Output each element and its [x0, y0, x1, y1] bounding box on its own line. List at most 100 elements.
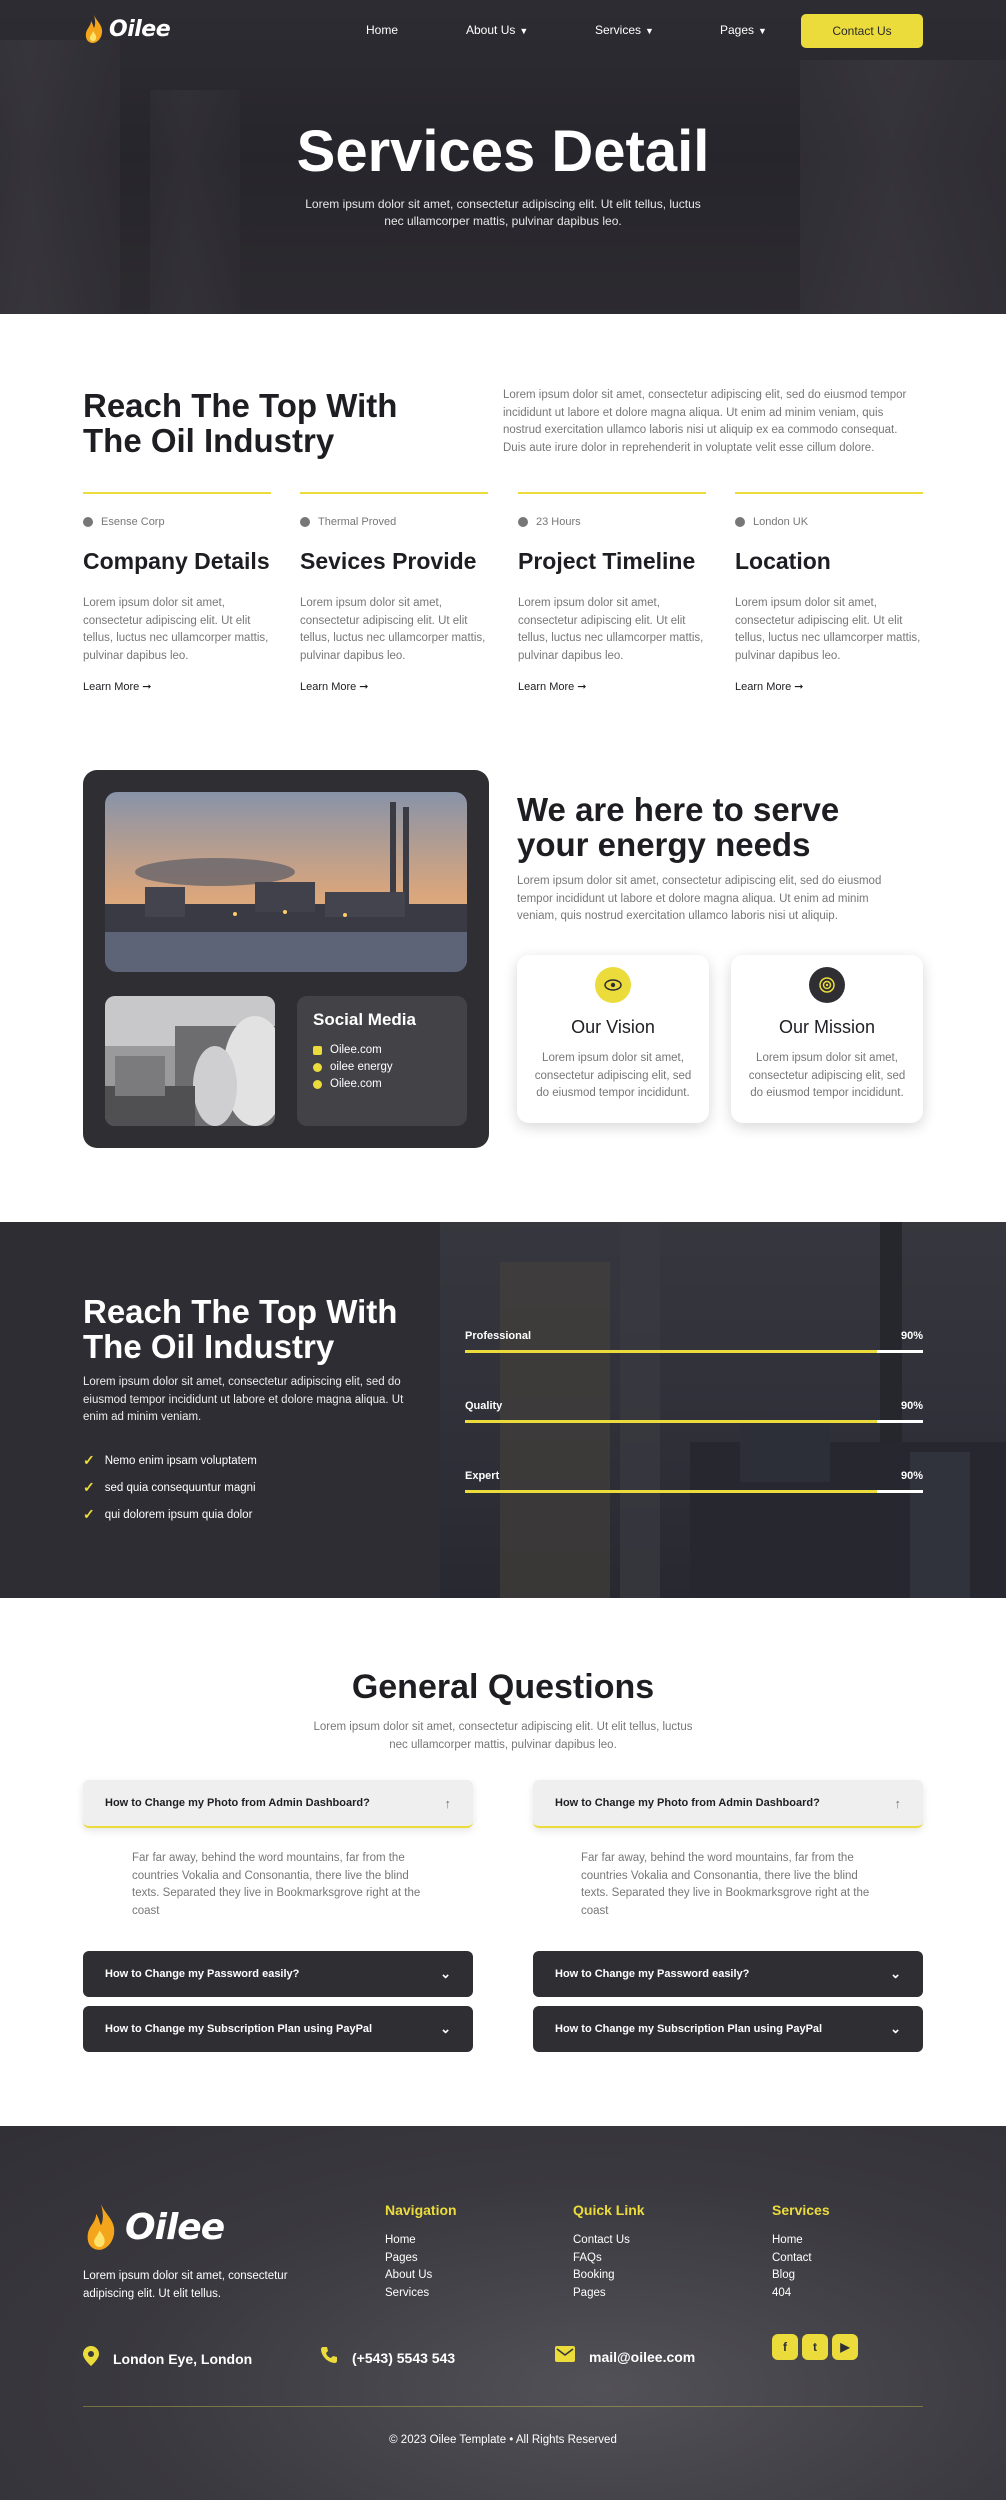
- faq-title: General Questions: [351, 1668, 655, 1706]
- check-item: ✓ Nemo enim ipsam voluptatem: [83, 1452, 257, 1469]
- footer-column-title: Services: [772, 2202, 830, 2218]
- feature-tag-label: Thermal Proved: [318, 516, 397, 528]
- skill-label: Expert: [465, 1470, 500, 1482]
- footer-column-title: Quick Link: [573, 2202, 645, 2218]
- skill-label: Professional: [465, 1330, 532, 1342]
- footer-link[interactable]: Contact Us: [573, 2232, 645, 2250]
- social-link-facebook[interactable]: oilee energy: [313, 1061, 451, 1073]
- chevron-down-icon: ▼: [758, 26, 767, 36]
- footer-column-title: Navigation: [385, 2202, 457, 2218]
- dot-icon: [300, 517, 310, 527]
- skill-bar-quality: Quality 90%: [465, 1400, 923, 1423]
- footer-link[interactable]: Pages: [385, 2250, 457, 2268]
- site-logo[interactable]: Oilee: [83, 14, 171, 44]
- footer-link[interactable]: Pages: [573, 2285, 645, 2303]
- feature-text: Lorem ipsum dolor sit amet, consectetur …: [518, 597, 704, 662]
- learn-more-link[interactable]: Learn More ➞: [735, 680, 923, 693]
- progress-track: [465, 1490, 923, 1493]
- refinery-sunset-image: [105, 792, 467, 972]
- nav-item-pages[interactable]: Pages ▼: [720, 23, 767, 37]
- check-label: Nemo enim ipsam voluptatem: [104, 1454, 257, 1467]
- learn-more-link[interactable]: Learn More ➞: [83, 680, 271, 693]
- youtube-icon[interactable]: ▶: [832, 2334, 858, 2360]
- intro-text: Lorem ipsum dolor sit amet, consectetur …: [503, 389, 907, 454]
- progress-fill: [465, 1350, 878, 1353]
- nav-item-home[interactable]: Home: [366, 23, 398, 37]
- faq-question[interactable]: How to Change my Password easily? ⌄: [83, 1951, 473, 1997]
- feature-title: Location: [735, 548, 831, 574]
- nav-item-services[interactable]: Services ▼: [595, 23, 654, 37]
- flame-logo-icon: [85, 15, 103, 43]
- footer-link[interactable]: Home: [385, 2232, 457, 2250]
- facebook-icon[interactable]: f: [772, 2334, 798, 2360]
- phone-text: (+543) 5543 543: [352, 2349, 456, 2366]
- card-text: Lorem ipsum dolor sit amet, consectetur …: [534, 1052, 692, 1099]
- faq-question[interactable]: How to Change my Subscription Plan using…: [533, 2006, 923, 2052]
- nav-label: Services: [595, 23, 642, 37]
- footer-link[interactable]: FAQs: [573, 2250, 645, 2268]
- footer-column-services: Services Home Contact Blog 404: [772, 2202, 830, 2302]
- contact-us-button[interactable]: Contact Us: [801, 14, 923, 48]
- feature-title: Company Details: [83, 548, 270, 574]
- social-link-website[interactable]: Oilee.com: [313, 1044, 451, 1056]
- social-link-web[interactable]: Oilee.com: [313, 1078, 451, 1090]
- skill-value: 90%: [900, 1330, 923, 1342]
- check-label: qui dolorem ipsum quia dolor: [104, 1508, 253, 1521]
- footer-link[interactable]: Blog: [772, 2267, 830, 2285]
- energy-title: We are here to serve your energy needs: [517, 791, 840, 863]
- feature-tag: 23 Hours: [518, 516, 706, 528]
- learn-more-link[interactable]: Learn More ➞: [300, 680, 488, 693]
- hero-subtitle: Lorem ipsum dolor sit amet, consectetur …: [305, 197, 701, 228]
- footer-phone[interactable]: (+543) 5543 543: [320, 2346, 455, 2369]
- logo-text: Oilee: [109, 16, 171, 42]
- check-icon: ✓: [83, 1452, 95, 1468]
- footer-link[interactable]: About Us: [385, 2267, 457, 2285]
- learn-more-link[interactable]: Learn More ➞: [518, 680, 706, 693]
- footer-address: London Eye, London: [83, 2346, 252, 2371]
- check-icon: ✓: [83, 1506, 95, 1522]
- footer-link[interactable]: Services: [385, 2285, 457, 2303]
- energy-text: Lorem ipsum dolor sit amet, consectetur …: [517, 875, 882, 922]
- chevron-down-icon: ⌄: [890, 1966, 901, 1981]
- question-label: How to Change my Photo from Admin Dashbo…: [105, 1797, 370, 1809]
- storage-tanks-image: [105, 996, 275, 1126]
- footer-link[interactable]: Booking: [573, 2267, 645, 2285]
- skill-label: Quality: [465, 1400, 503, 1412]
- question-label: How to Change my Subscription Plan using…: [555, 2023, 823, 2035]
- faq-question[interactable]: How to Change my Password easily? ⌄: [533, 1951, 923, 1997]
- social-media-box: Social Media Oilee.com oilee energy Oile…: [297, 996, 467, 1126]
- feature-text: Lorem ipsum dolor sit amet, consectetur …: [300, 597, 486, 662]
- nav-item-about[interactable]: About Us ▼: [466, 23, 528, 37]
- twitter-icon[interactable]: t: [802, 2334, 828, 2360]
- faq-question-open[interactable]: How to Change my Photo from Admin Dashbo…: [533, 1780, 923, 1828]
- target-icon: [809, 967, 845, 1003]
- vision-card: Our Vision Lorem ipsum dolor sit amet, c…: [517, 955, 709, 1123]
- question-label: How to Change my Password easily?: [105, 1968, 300, 1980]
- skill-value: 90%: [900, 1470, 923, 1482]
- feature-title: Project Timeline: [518, 548, 696, 574]
- footer-link[interactable]: 404: [772, 2285, 830, 2303]
- social-label: Oilee.com: [330, 1044, 382, 1056]
- nav-label: Pages: [720, 23, 755, 37]
- chevron-down-icon: ⌄: [890, 2021, 901, 2036]
- faq-question[interactable]: How to Change my Subscription Plan using…: [83, 2006, 473, 2052]
- footer-link[interactable]: Contact: [772, 2250, 830, 2268]
- feature-card: Esense Corp Company Details Lorem ipsum …: [83, 492, 271, 693]
- feature-tag: London UK: [735, 516, 923, 528]
- social-title: Social Media: [313, 1010, 416, 1029]
- footer-link[interactable]: Home: [772, 2232, 830, 2250]
- logo-text: Oilee: [125, 2206, 225, 2248]
- skill-bar-professional: Professional 90%: [465, 1330, 923, 1353]
- top-navigation: Oilee Home About Us ▼ Services ▼ Pages ▼ Co…: [83, 14, 923, 48]
- footer-logo[interactable]: Oilee: [83, 2201, 225, 2253]
- copyright: © 2023 Oilee Template • All Rights Reser…: [389, 2434, 617, 2446]
- feature-card: 23 Hours Project Timeline Lorem ipsum do…: [518, 492, 706, 693]
- check-list: ✓ Nemo enim ipsam voluptatem ✓ sed quia co…: [83, 1452, 257, 1533]
- footer-email[interactable]: mail@oilee.com: [555, 2346, 695, 2367]
- footer-divider: [83, 2406, 923, 2407]
- arrow-up-icon: ↑: [894, 1795, 902, 1811]
- chevron-down-icon: ⌄: [440, 1966, 451, 1981]
- faq-question-open[interactable]: How to Change my Photo from Admin Dashbo…: [83, 1780, 473, 1828]
- image-card: Social Media Oilee.com oilee energy Oile…: [83, 770, 489, 1148]
- skill-bar-expert: Expert 90%: [465, 1470, 923, 1493]
